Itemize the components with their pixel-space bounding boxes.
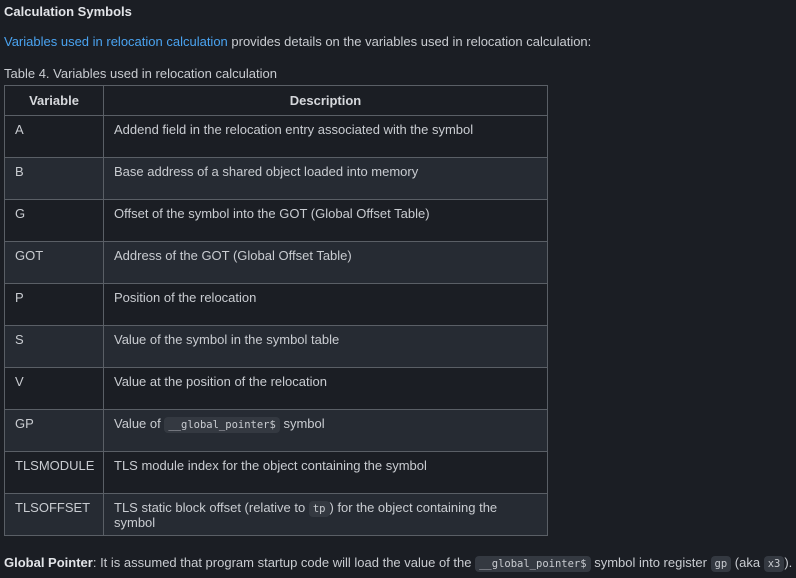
cell-description: TLS module index for the object containi… — [103, 451, 548, 494]
table-header-row: Variable Description — [4, 85, 548, 116]
table-row: S Value of the symbol in the symbol tabl… — [4, 325, 548, 368]
cell-variable: S — [4, 325, 104, 368]
desc-text: Value of — [114, 416, 165, 431]
cell-variable: TLSOFFSET — [4, 493, 104, 536]
table-row: GP Value of __global_pointer$ symbol — [4, 409, 548, 452]
table-row: TLSMODULE TLS module index for the objec… — [4, 451, 548, 494]
inline-code: __global_pointer$ — [164, 417, 280, 433]
global-pointer-paragraph: Global Pointer: It is assumed that progr… — [4, 555, 793, 572]
footer-text: symbol into register — [590, 555, 711, 570]
table-row: TLSOFFSET TLS static block offset (relat… — [4, 493, 548, 536]
cell-variable: P — [4, 283, 104, 326]
footer-text: : It is assumed that program startup cod… — [92, 555, 476, 570]
inline-code: x3 — [763, 556, 785, 572]
desc-text: TLS static block offset (relative to — [114, 500, 309, 515]
header-description: Description — [103, 85, 548, 116]
intro-text: provides details on the variables used i… — [227, 34, 592, 49]
table-row: A Addend field in the relocation entry a… — [4, 115, 548, 158]
cell-description: Address of the GOT (Global Offset Table) — [103, 241, 548, 284]
cell-variable: GP — [4, 409, 104, 452]
table-row: V Value at the position of the relocatio… — [4, 367, 548, 410]
cell-variable: GOT — [4, 241, 104, 284]
table-row: GOT Address of the GOT (Global Offset Ta… — [4, 241, 548, 284]
cell-description: Base address of a shared object loaded i… — [103, 157, 548, 200]
cell-description: Value of the symbol in the symbol table — [103, 325, 548, 368]
cell-description: TLS static block offset (relative to tp)… — [103, 493, 548, 536]
footer-bold-label: Global Pointer — [4, 555, 93, 570]
intro-paragraph: Variables used in relocation calculation… — [4, 34, 591, 49]
table-row: P Position of the relocation — [4, 283, 548, 326]
cell-variable: TLSMODULE — [4, 451, 104, 494]
page: Calculation Symbols Variables used in re… — [0, 0, 796, 578]
cell-variable: V — [4, 367, 104, 410]
cell-description: Value of __global_pointer$ symbol — [103, 409, 548, 452]
footer-text: (aka — [731, 555, 764, 570]
inline-code: tp — [308, 501, 330, 517]
table-reference-link[interactable]: Variables used in relocation calculation — [4, 34, 228, 49]
cell-variable: G — [4, 199, 104, 242]
cell-description: Addend field in the relocation entry ass… — [103, 115, 548, 158]
table-row: B Base address of a shared object loaded… — [4, 157, 548, 200]
cell-description: Value at the position of the relocation — [103, 367, 548, 410]
desc-text: symbol — [279, 416, 325, 431]
cell-variable: B — [4, 157, 104, 200]
cell-description: Position of the relocation — [103, 283, 548, 326]
table-row: G Offset of the symbol into the GOT (Glo… — [4, 199, 548, 242]
footer-text: ). — [784, 555, 793, 570]
inline-code: gp — [710, 556, 732, 572]
cell-description: Offset of the symbol into the GOT (Globa… — [103, 199, 548, 242]
cell-variable: A — [4, 115, 104, 158]
inline-code: __global_pointer$ — [475, 556, 591, 572]
section-title: Calculation Symbols — [4, 4, 132, 19]
header-variable: Variable — [4, 85, 104, 116]
variables-table: Variable Description A Addend field in t… — [4, 85, 548, 536]
table-caption: Table 4. Variables used in relocation ca… — [4, 66, 277, 81]
